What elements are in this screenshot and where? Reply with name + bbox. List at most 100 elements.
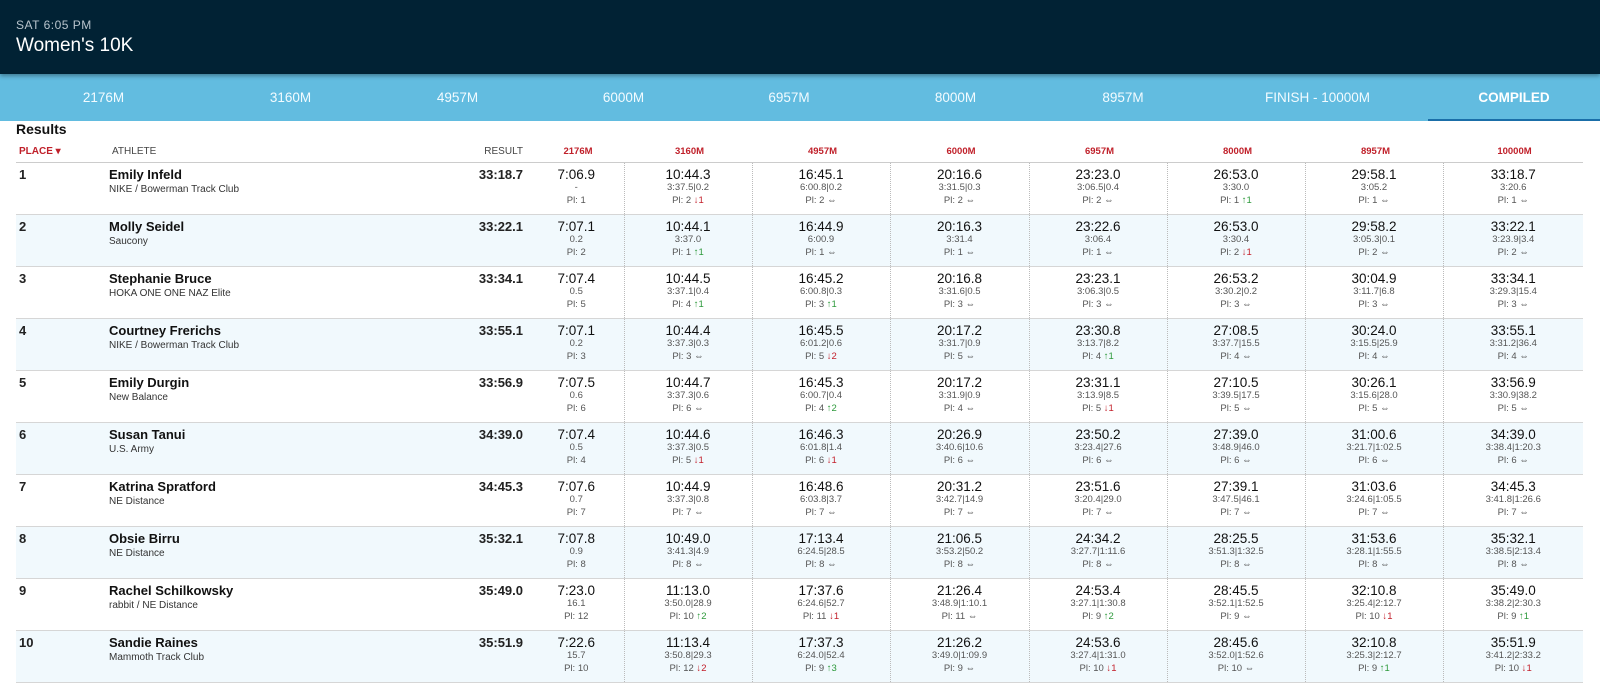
tab-3160m[interactable]: 3160M: [207, 74, 374, 121]
left-right-arrow-icon: ⇔: [1377, 506, 1390, 518]
split-place: Pl: 4 ⇔: [1444, 350, 1584, 363]
place-change: 1: [1108, 402, 1114, 414]
column-header-split-3160m[interactable]: 3160M: [624, 141, 752, 163]
split-place: Pl: 5 ⇔: [1444, 402, 1584, 415]
split-time: 26:53.0: [1213, 166, 1259, 182]
table-row[interactable]: 2 Molly Seidel Saucony 33:22.1 7:07.1 0.2 Pl: …: [16, 214, 1584, 267]
table-row[interactable]: 9 Rachel Schilkowsky rabbit / NE Distance 3…: [16, 578, 1583, 631]
split-place-label: Pl: 8: [1358, 558, 1378, 570]
split-cell: 33:55.1 3:31.2|36.4 Pl: 4 ⇔: [1443, 318, 1584, 371]
column-header-athlete[interactable]: ATHLETE: [109, 141, 369, 163]
athlete-name[interactable]: Stephanie Bruce: [109, 271, 369, 286]
split-cell: 27:39.1 3:47.5|46.1 Pl: 7 ⇔: [1167, 474, 1306, 527]
split-cell: 20:17.2 3:31.7|0.9 Pl: 5 ⇔: [890, 318, 1030, 371]
left-right-arrow-icon: ⇔: [691, 350, 704, 362]
table-row[interactable]: 5 Emily Durgin New Balance 33:56.9 7:07.5 0.6…: [16, 370, 1584, 423]
split-place-label: Pl: 9: [1220, 610, 1240, 622]
left-right-arrow-icon: ⇔: [1377, 454, 1390, 466]
tab-6000m[interactable]: 6000M: [541, 74, 706, 121]
split-place: Pl: 5 ↓1: [625, 454, 752, 467]
column-header-split-6957m[interactable]: 6957M: [1029, 141, 1167, 163]
split-time: 24:53.6: [1075, 634, 1121, 650]
athlete-name[interactable]: Rachel Schilkowsky: [109, 583, 369, 598]
athlete-name[interactable]: Sandie Raines: [109, 635, 369, 650]
split-lap-gap: 3:25.4|2:12.7: [1346, 597, 1402, 609]
split-place-label: Pl: 4: [943, 402, 963, 414]
column-header-result[interactable]: RESULT: [369, 141, 529, 163]
split-cell: 16:45.5 6:01.2|0.6 Pl: 5 ↓2: [752, 318, 891, 371]
athlete-name[interactable]: Emily Infeld: [109, 167, 369, 182]
split-cell: 16:46.3 6:01.8|1.4 Pl: 6 ↓1: [752, 422, 891, 475]
column-header-split-2176m[interactable]: 2176M: [529, 141, 624, 163]
split-place: Pl: 2 ⇔: [1444, 246, 1584, 259]
left-right-arrow-icon: ⇔: [962, 506, 976, 518]
table-row[interactable]: 8 Obsie Birru NE Distance 35:32.1 7:07.8 0.9 P…: [16, 526, 1583, 579]
arrow-up-icon: ↑: [824, 402, 832, 414]
split-lap-gap: 3:41.2|2:33.2: [1485, 649, 1541, 661]
split-cell: 17:37.3 6:24.0|52.4 Pl: 9 ↑3: [752, 630, 891, 683]
table-row[interactable]: 1 Emily Infeld NIKE / Bowerman Track Club 3…: [16, 162, 1583, 215]
athlete-team: Saucony: [109, 235, 148, 247]
athlete-name[interactable]: Susan Tanui: [109, 427, 369, 442]
tab-4957m[interactable]: 4957M: [374, 74, 541, 121]
place-change: 1: [1384, 662, 1390, 674]
place-change: 1: [831, 454, 837, 466]
tab-6957m[interactable]: 6957M: [706, 74, 872, 121]
column-header-split-4957m[interactable]: 4957M: [752, 141, 890, 163]
athlete-name[interactable]: Katrina Spratford: [109, 479, 369, 494]
split-time: 35:51.9: [1490, 634, 1536, 650]
tab-compiled[interactable]: COMPILED: [1428, 74, 1600, 121]
results-section: Results PLACE ▾ ATHLETE RESULT 2176M 3160…: [0, 121, 1600, 683]
split-cell: 7:06.9- Pl: 1: [529, 162, 625, 215]
split-lap-gap: 0.9: [569, 545, 583, 557]
athlete-cell: Molly Seidel Saucony: [109, 214, 369, 267]
split-lap-gap: 3:30.0: [1222, 181, 1250, 193]
table-row[interactable]: 7 Katrina Spratford NE Distance 34:45.3 7:07…: [16, 474, 1583, 527]
athlete-name[interactable]: Courtney Frerichs: [109, 323, 369, 338]
column-header-split-10000m[interactable]: 10000M: [1443, 141, 1583, 163]
left-right-arrow-icon: ⇔: [1101, 194, 1114, 206]
table-row[interactable]: 3 Stephanie Bruce HOKA ONE ONE NAZ Elite 33…: [16, 266, 1583, 319]
split-place-label: Pl: 7: [566, 506, 586, 518]
column-header-split-8957m[interactable]: 8957M: [1305, 141, 1443, 163]
place-cell: 10: [16, 630, 109, 683]
split-place: Pl: 10 ↓1: [1030, 662, 1167, 675]
split-time: 23:51.6: [1075, 478, 1121, 494]
split-place-label: Pl: 10: [564, 662, 589, 674]
split-place: Pl: 1 ⇔: [753, 246, 890, 259]
split-place-label: Pl: 6: [566, 402, 586, 414]
split-place-label: Pl: 6: [1358, 454, 1378, 466]
split-lap-gap: 3:37.3|0.6: [666, 389, 710, 401]
split-place-label: Pl: 1: [1497, 194, 1517, 206]
split-place-label: Pl: 4: [1497, 350, 1517, 362]
left-right-arrow-icon: ⇔: [1516, 506, 1529, 518]
tab-8957m[interactable]: 8957M: [1039, 74, 1207, 121]
athlete-name[interactable]: Obsie Birru: [109, 531, 369, 546]
split-cell: 21:26.2 3:49.0|1:09.9 Pl: 9 ⇔: [890, 630, 1030, 683]
table-row[interactable]: 6 Susan Tanui U.S. Army 34:39.0 7:07.4 0.5 Pl:…: [16, 422, 1583, 475]
athlete-name[interactable]: Molly Seidel: [109, 219, 369, 234]
split-place: Pl: 4 ↑2: [753, 402, 890, 415]
athlete-team: HOKA ONE ONE NAZ Elite: [109, 287, 231, 299]
column-header-split-6000m[interactable]: 6000M: [890, 141, 1029, 163]
split-place-label: Pl: 7: [672, 506, 692, 518]
table-row[interactable]: 4 Courtney Frerichs NIKE / Bowerman Track …: [16, 318, 1584, 371]
athlete-name[interactable]: Emily Durgin: [109, 375, 369, 390]
split-place-label: Pl: 10: [1494, 662, 1520, 674]
tab-2176m[interactable]: 2176M: [0, 74, 207, 121]
column-header-place[interactable]: PLACE ▾: [16, 141, 109, 163]
split-place: Pl: 8 ⇔: [753, 558, 890, 571]
tab-finish-10000m[interactable]: FINISH - 10000M: [1207, 74, 1428, 121]
split-lap-gap: 15.7: [567, 649, 586, 661]
split-time: 7:23.0: [557, 582, 596, 598]
result-cell: 34:45.3: [369, 474, 529, 527]
split-place: Pl: 9 ⇔: [1168, 610, 1305, 623]
split-lap-gap: 6:01.2|0.6: [799, 337, 843, 349]
column-header-split-8000m[interactable]: 8000M: [1167, 141, 1305, 163]
place-change: 2: [831, 402, 837, 414]
split-place: Pl: 6 ⇔: [625, 402, 752, 415]
table-row[interactable]: 10 Sandie Raines Mammoth Track Club 35:51.9…: [16, 630, 1583, 683]
split-place: Pl: 7 ⇔: [1306, 506, 1443, 519]
split-place-label: Pl: 4: [566, 454, 586, 466]
tab-8000m[interactable]: 8000M: [872, 74, 1039, 121]
